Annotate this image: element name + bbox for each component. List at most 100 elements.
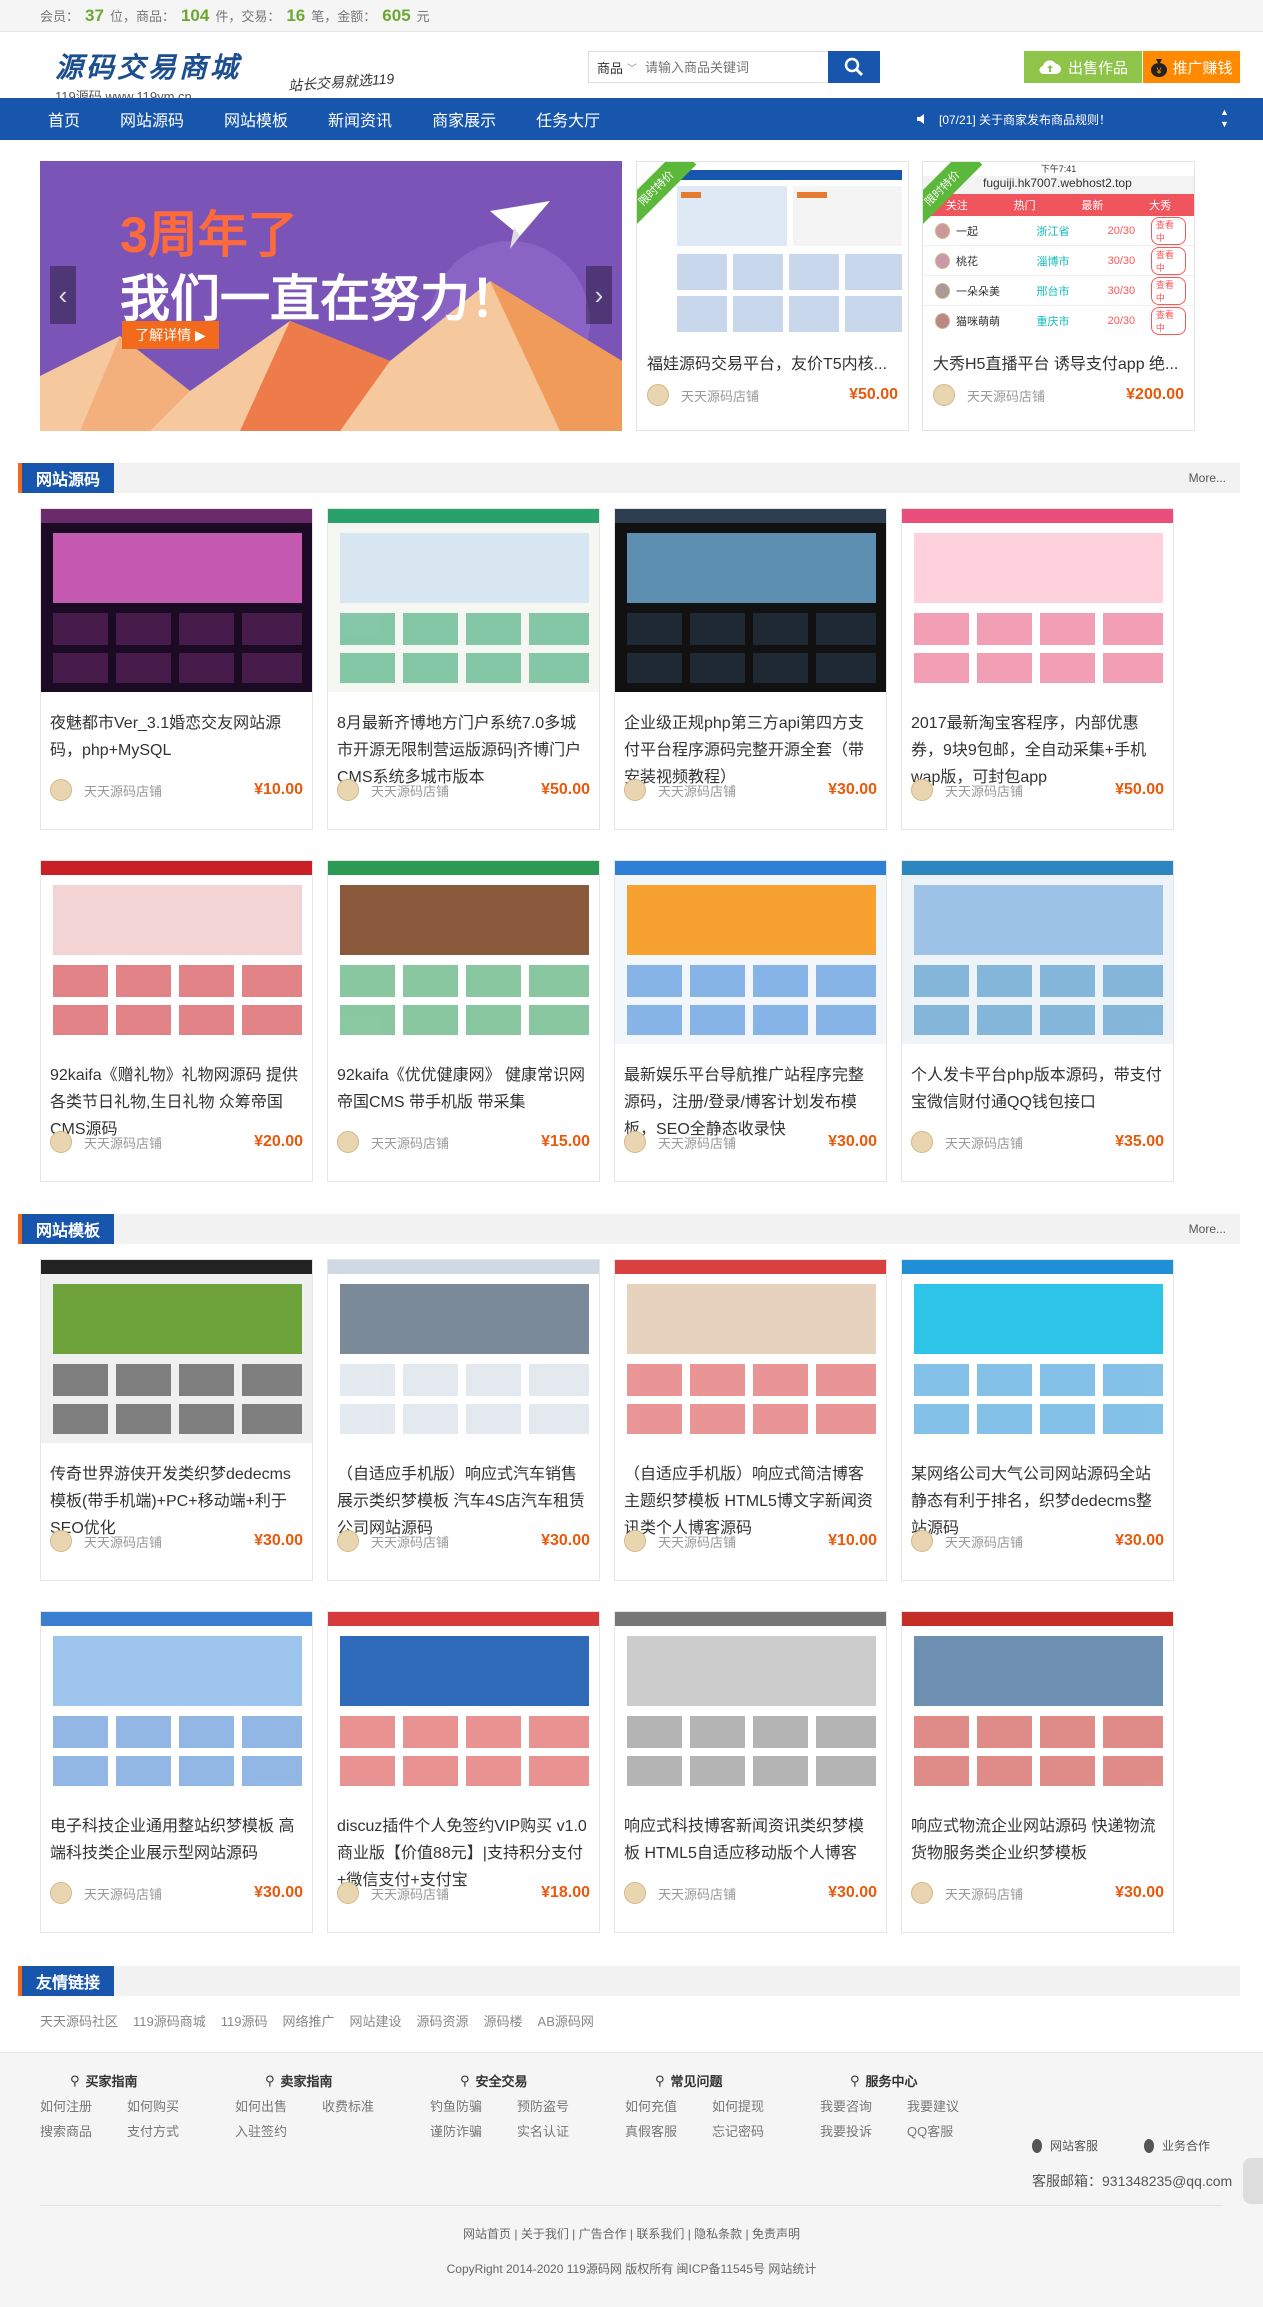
product-card[interactable]: 电子科技企业通用整站织梦模板 高端科技类企业展示型网站源码 天天源码店铺 ¥30.0… <box>40 1611 313 1933</box>
product-thumbnail[interactable] <box>328 1612 599 1795</box>
featured-title[interactable]: 大秀H5直播平台 诱导支付app 绝... <box>923 340 1194 374</box>
featured-thumbnail[interactable]: 限时特价 <box>637 162 908 340</box>
footer-link[interactable]: 收费标准 <box>322 2096 409 2115</box>
product-thumbnail[interactable] <box>328 1260 599 1443</box>
product-card[interactable]: 个人发卡平台php版本源码，带支付宝微信财付通QQ钱包接口 天天源码店铺 ¥35.0… <box>901 860 1174 1182</box>
featured-card[interactable]: 限时特价 福娃源码交易平台，友价T5内核... 天天源码店铺 ¥50.00 <box>636 161 909 431</box>
footer-link[interactable]: 真假客服 <box>625 2121 712 2140</box>
product-card[interactable]: （自适应手机版）响应式汽车销售展示类织梦模板 汽车4S店汽车租赁公司网站源码 天天… <box>327 1259 600 1581</box>
friend-link[interactable]: 天天源码社区 <box>40 2011 118 2030</box>
nav-item-tasks[interactable]: 任务大厅 <box>516 98 620 140</box>
product-thumbnail[interactable] <box>902 1612 1173 1795</box>
product-thumbnail[interactable] <box>328 861 599 1044</box>
footer-link[interactable]: 我要建议 <box>907 2096 994 2115</box>
product-title[interactable]: 个人发卡平台php版本源码，带支付宝微信财付通QQ钱包接口 <box>902 1044 1173 1140</box>
business-cooperation-link[interactable]: 业务合作 <box>1142 2137 1210 2154</box>
product-title[interactable]: 92kaifa《优优健康网》 健康常识网帝国CMS 带手机版 带采集 <box>328 1044 599 1140</box>
shop-link[interactable]: 天天源码店铺 <box>624 779 736 801</box>
product-card[interactable]: 8月最新齐博地方门户系统7.0多城市开源无限制营运版源码|齐博门户CMS系统多城… <box>327 508 600 830</box>
shop-link[interactable]: 天天源码店铺 <box>911 1882 1023 1904</box>
product-card[interactable]: 响应式科技博客新闻资讯类织梦模板 HTML5自适应移动版个人博客 天天源码店铺 ¥3… <box>614 1611 887 1933</box>
side-float-tab[interactable] <box>1243 2158 1263 2204</box>
customer-service-link[interactable]: 网站客服 <box>1030 2137 1098 2154</box>
caret-down-icon[interactable]: ▼ <box>1220 119 1229 129</box>
product-card[interactable]: 响应式物流企业网站源码 快递物流货物服务类企业织梦模板 天天源码店铺 ¥30.00 <box>901 1611 1174 1933</box>
product-title[interactable]: 8月最新齐博地方门户系统7.0多城市开源无限制营运版源码|齐博门户CMS系统多城… <box>328 692 599 788</box>
product-title[interactable]: 92kaifa《赠礼物》礼物网源码 提供各类节日礼物,生日礼物 众筹帝国CMS源… <box>41 1044 312 1140</box>
footer-link[interactable]: 实名认证 <box>517 2121 604 2140</box>
shop-link[interactable]: 天天源码店铺 <box>933 384 1045 406</box>
shop-link[interactable]: 天天源码店铺 <box>647 384 759 406</box>
promote-earn-button[interactable]: ¥ 推广赚钱 <box>1143 51 1240 83</box>
footer-link[interactable]: 搜索商品 <box>40 2121 127 2140</box>
footer-link[interactable]: 如何提现 <box>712 2096 799 2115</box>
product-title[interactable]: 响应式物流企业网站源码 快递物流货物服务类企业织梦模板 <box>902 1795 1173 1891</box>
product-card[interactable]: 92kaifa《赠礼物》礼物网源码 提供各类节日礼物,生日礼物 众筹帝国CMS源… <box>40 860 313 1182</box>
product-thumbnail[interactable] <box>41 509 312 692</box>
product-card[interactable]: 2017最新淘宝客程序，内部优惠券，9块9包邮，全自动采集+手机wap版，可封包… <box>901 508 1174 830</box>
friend-link[interactable]: 源码楼 <box>484 2011 523 2030</box>
footer-link[interactable]: 我要投诉 <box>820 2121 907 2140</box>
search-input[interactable] <box>645 53 828 81</box>
notice-ticker[interactable]: [07/21] 关于商家发布商品规则！ <box>915 98 1111 140</box>
banner-next-arrow[interactable]: › <box>586 266 612 324</box>
footer-link[interactable]: 预防盗号 <box>517 2096 604 2115</box>
product-card[interactable]: 某网络公司大气公司网站源码全站静态有利于排名，织梦dedecms整站源码 天天源码… <box>901 1259 1174 1581</box>
product-card[interactable]: 夜魅都市Ver_3.1婚恋交友网站源码，php+MySQL 天天源码店铺 ¥10.0… <box>40 508 313 830</box>
nav-item-home[interactable]: 首页 <box>28 98 100 140</box>
nav-item-templates[interactable]: 网站模板 <box>204 98 308 140</box>
product-thumbnail[interactable] <box>615 1260 886 1443</box>
search-button[interactable] <box>828 51 880 83</box>
product-title[interactable]: 传奇世界游侠开发类织梦dedecms模板(带手机端)+PC+移动端+利于SEO优… <box>41 1443 312 1539</box>
friend-link[interactable]: AB源码网 <box>538 2011 594 2030</box>
shop-link[interactable]: 天天源码店铺 <box>337 1131 449 1153</box>
product-thumbnail[interactable] <box>902 861 1173 1044</box>
product-thumbnail[interactable] <box>41 861 312 1044</box>
featured-card[interactable]: 下午7:41 fuguiji.hk7007.webhost2.top 关注 热门最… <box>922 161 1195 431</box>
product-thumbnail[interactable] <box>615 509 886 692</box>
shop-link[interactable]: 天天源码店铺 <box>337 779 449 801</box>
site-logo[interactable]: 源码交易商城 119源码 www.119ym.cn <box>55 46 241 105</box>
hero-banner[interactable]: 3周年了 我们一直在努力！ 了解详情 ▶ ‹ › <box>40 161 622 431</box>
footer-link[interactable]: 忘记密码 <box>712 2121 799 2140</box>
shop-link[interactable]: 天天源码店铺 <box>50 1131 162 1153</box>
shop-link[interactable]: 天天源码店铺 <box>624 1131 736 1153</box>
shop-link[interactable]: 天天源码店铺 <box>624 1530 736 1552</box>
notice-arrows[interactable]: ▲ ▼ <box>1220 106 1229 130</box>
banner-prev-arrow[interactable]: ‹ <box>50 266 76 324</box>
friend-link[interactable]: 源码资源 <box>417 2011 469 2030</box>
footer-link[interactable]: 如何出售 <box>235 2096 322 2115</box>
product-title[interactable]: （自适应手机版）响应式汽车销售展示类织梦模板 汽车4S店汽车租赁公司网站源码 <box>328 1443 599 1539</box>
footer-link[interactable]: 入驻签约 <box>235 2121 322 2140</box>
shop-link[interactable]: 天天源码店铺 <box>911 1530 1023 1552</box>
product-thumbnail[interactable] <box>615 1612 886 1795</box>
more-link[interactable]: More... <box>1189 471 1226 485</box>
shop-link[interactable]: 天天源码店铺 <box>337 1530 449 1552</box>
product-title[interactable]: （自适应手机版）响应式简洁博客主题织梦模板 HTML5博文字新闻资讯类个人博客源… <box>615 1443 886 1539</box>
product-thumbnail[interactable] <box>41 1260 312 1443</box>
friend-link[interactable]: 网络推广 <box>282 2011 334 2030</box>
product-card[interactable]: （自适应手机版）响应式简洁博客主题织梦模板 HTML5博文字新闻资讯类个人博客源… <box>614 1259 887 1581</box>
footer-bottom-links[interactable]: 网站首页 | 关于我们 | 广告合作 | 联系我们 | 隐私条款 | 免责声明 <box>0 2225 1263 2242</box>
sell-work-button[interactable]: 出售作品 <box>1024 51 1142 83</box>
search-category-select[interactable]: 商品 ﹀ <box>589 58 645 77</box>
product-title[interactable]: 电子科技企业通用整站织梦模板 高端科技类企业展示型网站源码 <box>41 1795 312 1891</box>
nav-item-news[interactable]: 新闻资讯 <box>308 98 412 140</box>
friend-link[interactable]: 119源码 <box>221 2011 268 2030</box>
product-title[interactable]: discuz插件个人免签约VIP购买 v1.0 商业版【价值88元】|支持积分支… <box>328 1795 599 1891</box>
section-title[interactable]: 网站模板 <box>22 1214 115 1244</box>
footer-link[interactable]: 支付方式 <box>127 2121 214 2140</box>
product-title[interactable]: 2017最新淘宝客程序，内部优惠券，9块9包邮，全自动采集+手机wap版，可封包… <box>902 692 1173 788</box>
shop-link[interactable]: 天天源码店铺 <box>337 1882 449 1904</box>
product-thumbnail[interactable] <box>902 509 1173 692</box>
nav-item-merchants[interactable]: 商家展示 <box>412 98 516 140</box>
shop-link[interactable]: 天天源码店铺 <box>50 1882 162 1904</box>
shop-link[interactable]: 天天源码店铺 <box>50 779 162 801</box>
footer-link[interactable]: 如何购买 <box>127 2096 214 2115</box>
footer-link[interactable]: 钓鱼防骗 <box>430 2096 517 2115</box>
shop-link[interactable]: 天天源码店铺 <box>911 1131 1023 1153</box>
nav-item-source-code[interactable]: 网站源码 <box>100 98 204 140</box>
footer-link[interactable]: 如何充值 <box>625 2096 712 2115</box>
more-link[interactable]: More... <box>1189 1222 1226 1236</box>
featured-thumbnail[interactable]: 下午7:41 fuguiji.hk7007.webhost2.top 关注 热门最… <box>923 162 1194 340</box>
